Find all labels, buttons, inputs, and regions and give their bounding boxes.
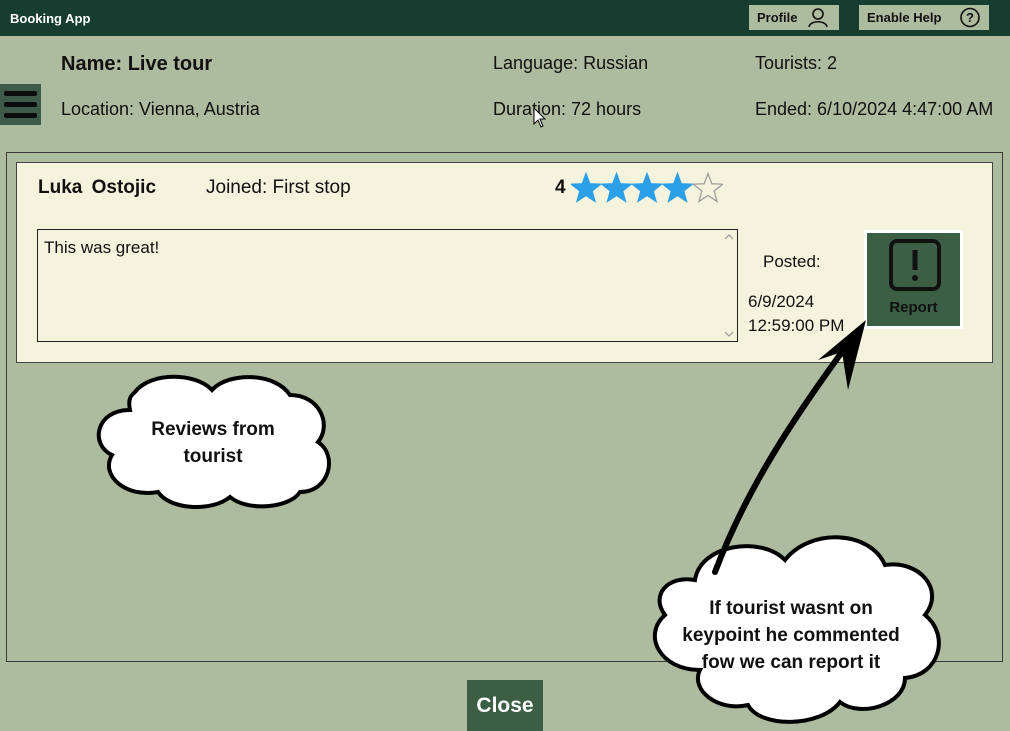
report-note-line: If tourist wasnt on	[709, 598, 873, 619]
reviews-note-line: Reviews from	[151, 419, 275, 440]
report-note-line: fow we can report it	[701, 652, 881, 673]
report-note-line: keypoint he commented	[682, 625, 900, 646]
reviews-note-line: tourist	[183, 446, 243, 467]
report-cloud-text: If tourist wasnt on keypoint he commente…	[662, 595, 920, 676]
reviews-cloud-text: Reviews from tourist	[128, 416, 298, 470]
